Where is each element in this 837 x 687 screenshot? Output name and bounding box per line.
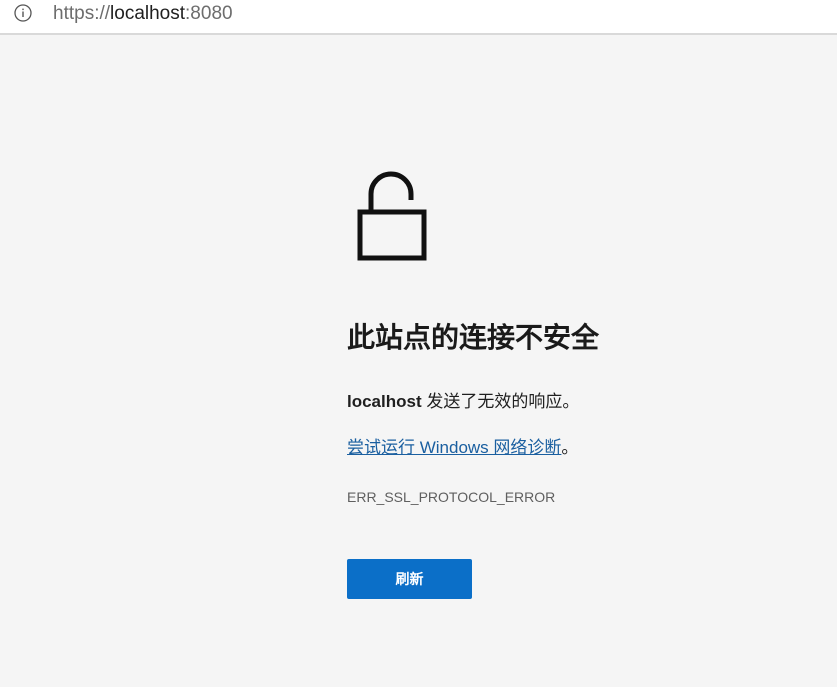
network-diagnostics-link[interactable]: 尝试运行 Windows 网络诊断 (347, 438, 561, 457)
info-circle-icon[interactable] (14, 4, 32, 22)
error-code: ERR_SSL_PROTOCOL_ERROR (347, 489, 556, 505)
page-title: 此站点的连接不安全 (347, 322, 600, 353)
description-text: 发送了无效的响应。 (421, 392, 580, 411)
diagnostics-line: 尝试运行 Windows 网络诊断。 (347, 435, 578, 461)
address-bar[interactable]: https://localhost:8080 (0, 0, 837, 35)
url-host: localhost (110, 3, 186, 24)
diagnostics-suffix: 。 (561, 438, 579, 457)
description-host: localhost (347, 392, 422, 411)
unlocked-padlock-icon (357, 171, 427, 261)
error-description: localhost 发送了无效的响应。 (347, 389, 579, 415)
url-text[interactable]: https://localhost:8080 (53, 2, 233, 26)
refresh-button[interactable]: 刷新 (347, 559, 472, 599)
url-port: :8080 (185, 3, 233, 24)
url-scheme: https:// (53, 3, 111, 24)
